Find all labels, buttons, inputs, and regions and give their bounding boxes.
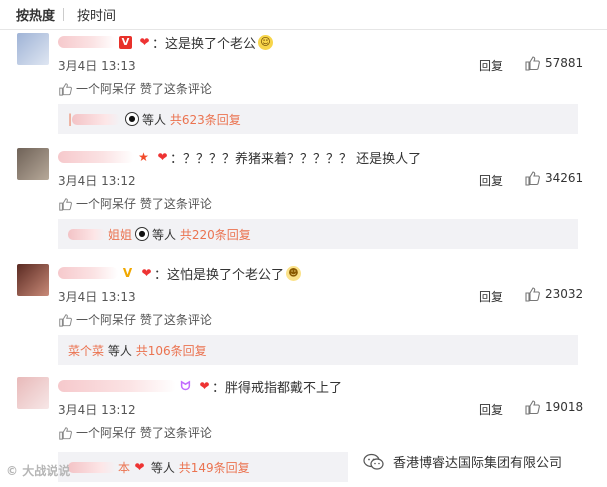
avatar[interactable] <box>17 264 49 296</box>
reply-name-tail[interactable]: 姐姐 <box>108 226 132 243</box>
verified-v-icon: V <box>119 35 132 49</box>
username-blurred[interactable] <box>58 267 118 279</box>
comment-date: 3月4日 13:13 <box>58 59 136 73</box>
thumbs-up-icon <box>59 82 72 96</box>
reply-summary[interactable]: 菜个菜 等人 共106条回复 <box>58 335 578 365</box>
like-button[interactable]: 57881 <box>524 55 583 71</box>
comment-header: ᗢ ❤ ：胖得戒指都戴不上了 <box>58 377 343 396</box>
thumbs-up-icon <box>525 56 540 71</box>
comment-text: ：？？？？养猪来着？？？？？ 还是换人了 <box>170 151 422 167</box>
comment-date: 3月4日 13:13 <box>58 290 136 304</box>
liked-suffix: 赞了这条评论 <box>139 313 212 327</box>
reply-etc: 等人 <box>107 343 132 358</box>
thumbs-up-icon <box>525 400 540 415</box>
reply-total[interactable]: 共623条回复 <box>170 111 241 128</box>
sort-divider <box>63 8 64 21</box>
reply-button[interactable]: 回复 <box>479 172 503 189</box>
reply-total[interactable]: 共149条回复 <box>179 459 250 476</box>
fire-icon: ❤ <box>139 34 150 49</box>
liked-suffix: 赞了这条评论 <box>139 82 212 96</box>
panda-emoji-icon: ● <box>135 227 150 241</box>
liker-line: 一个阿呆仔 赞了这条评论 <box>58 311 212 328</box>
watermark-left-text: 大战说说 <box>22 464 71 478</box>
reply-name-blurred[interactable] <box>68 461 116 473</box>
liker-line: 一个阿呆仔 赞了这条评论 <box>58 195 212 212</box>
fire-icon: ❤ <box>134 459 145 474</box>
like-button[interactable]: 34261 <box>524 170 583 186</box>
reply-summary[interactable]: 本 ❤ 等人 共149条回复 <box>58 452 348 482</box>
watermark-right: 香港博睿达国际集团有限公司 <box>363 452 562 471</box>
thumbs-up-icon <box>525 171 540 186</box>
reply-button[interactable]: 回复 <box>479 288 503 305</box>
liker-name[interactable]: 一个阿呆仔 <box>76 424 136 441</box>
liked-suffix: 赞了这条评论 <box>139 197 212 211</box>
thumbs-up-icon <box>59 313 72 327</box>
like-count: 57881 <box>545 56 584 70</box>
reply-total[interactable]: 共106条回复 <box>136 342 207 359</box>
reply-name[interactable]: 菜个菜 <box>68 342 104 359</box>
avatar[interactable] <box>17 377 49 409</box>
comment-text: ：这怕是换了个老公了 <box>154 267 285 283</box>
comment-date: 3月4日 13:12 <box>58 174 136 188</box>
liker-name[interactable]: 一个阿呆仔 <box>76 195 136 212</box>
panda-emoji-icon: ● <box>125 112 140 126</box>
star-icon: ★ <box>138 149 149 164</box>
liker-line: 一个阿呆仔 赞了这条评论 <box>58 424 212 441</box>
comment-header: ★ ❤ ：？？？？养猪来着？？？？？ 还是换人了 <box>58 148 422 167</box>
comment-header: V ❤ ：这是换了个老公 ☺ <box>58 33 274 52</box>
reply-button[interactable]: 回复 <box>479 57 503 74</box>
comment-header: V ❤ ：这怕是换了个老公了 ☻ <box>58 264 302 283</box>
liker-name[interactable]: 一个阿呆仔 <box>76 311 136 328</box>
username-blurred[interactable] <box>58 151 134 163</box>
liked-suffix: 赞了这条评论 <box>139 426 212 440</box>
fire-icon: ❤ <box>141 265 152 280</box>
reply-name-blurred[interactable] <box>72 113 121 125</box>
fire-icon: ❤ <box>199 378 210 393</box>
reply-etc: 等人 <box>142 112 167 127</box>
liker-line: 一个阿呆仔 赞了这条评论 <box>58 80 212 97</box>
comment-text: ：这是换了个老公 <box>152 36 257 52</box>
watermark-right-text: 香港博睿达国际集团有限公司 <box>393 456 563 471</box>
copyright-icon: © <box>6 464 18 478</box>
like-count: 23032 <box>545 287 584 301</box>
wechat-icon <box>363 453 384 470</box>
reply-button[interactable]: 回复 <box>479 401 503 418</box>
pig-emoji-icon: ☻ <box>286 265 302 281</box>
username-blurred[interactable] <box>58 380 176 392</box>
liker-name[interactable]: 一个阿呆仔 <box>76 80 136 97</box>
sort-by-time-tab[interactable]: 按时间 <box>77 5 116 24</box>
reply-etc: 等人 <box>150 460 175 475</box>
sort-by-hot-tab[interactable]: 按热度 <box>16 5 55 24</box>
reply-etc: 等人 <box>152 227 177 242</box>
thumbs-up-icon <box>525 287 540 302</box>
avatar[interactable] <box>17 148 49 180</box>
reply-name-blurred[interactable] <box>68 228 106 240</box>
verified-v-icon: V <box>122 265 133 280</box>
comment-text: ：胖得戒指都戴不上了 <box>212 380 343 396</box>
like-button[interactable]: 23032 <box>524 286 583 302</box>
like-count: 19018 <box>545 400 584 414</box>
reply-summary[interactable]: 姐姐 ● 等人 共220条回复 <box>58 219 578 249</box>
reply-total[interactable]: 共220条回复 <box>180 226 251 243</box>
username-blurred[interactable] <box>58 36 116 48</box>
comment-date: 3月4日 13:12 <box>58 403 136 417</box>
sort-bar: 按热度 按时间 <box>0 0 607 30</box>
like-count: 34261 <box>545 171 584 185</box>
fire-icon: ❤ <box>157 149 168 164</box>
thumbs-up-icon <box>59 426 72 440</box>
reply-summary[interactable]: | ● 等人 共623条回复 <box>58 104 578 134</box>
reply-name-tail[interactable]: 本 <box>118 459 130 476</box>
avatar[interactable] <box>17 33 49 65</box>
thumbs-up-icon <box>59 197 72 211</box>
watermark-left: © 大战说说 <box>6 462 70 479</box>
bunny-icon: ᗢ <box>180 378 191 393</box>
laugh-emoji-icon: ☺ <box>258 34 274 50</box>
like-button[interactable]: 19018 <box>524 399 583 415</box>
